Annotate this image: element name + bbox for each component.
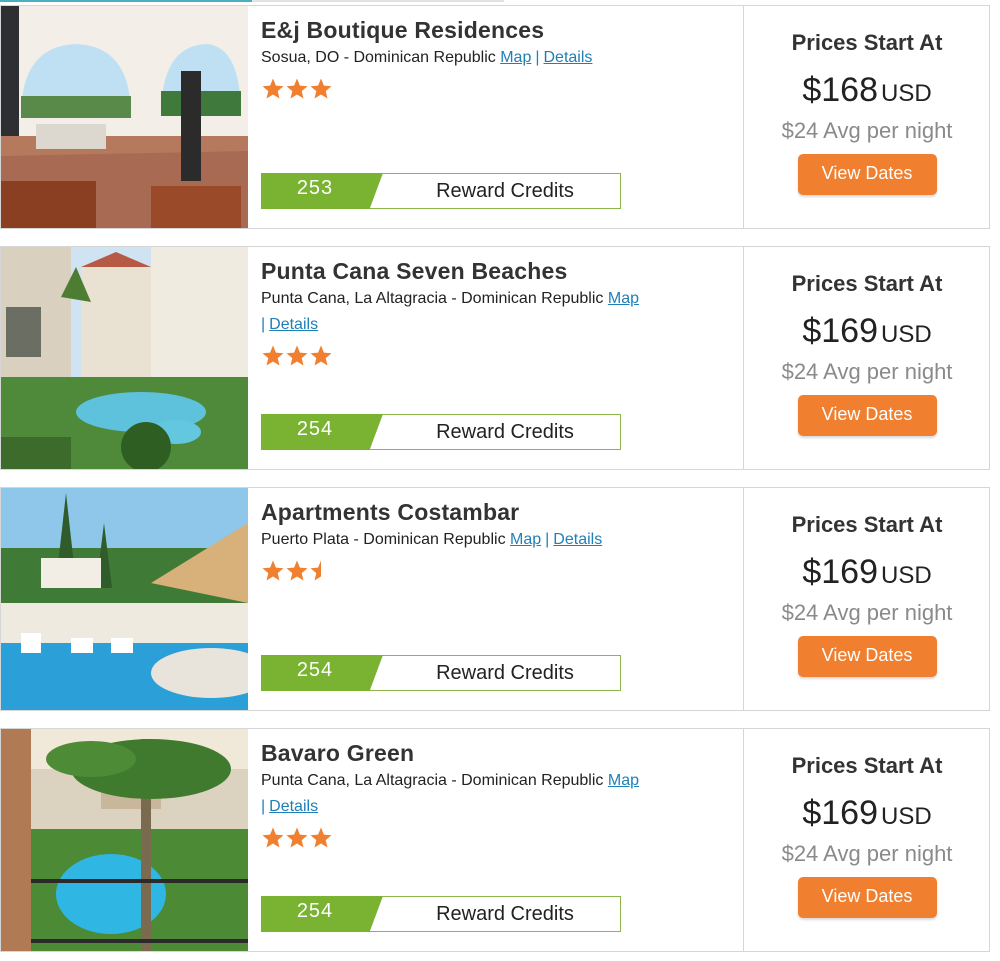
details-link[interactable]: Details bbox=[553, 531, 602, 548]
reward-points: 254 bbox=[296, 900, 334, 922]
price-value: $169 bbox=[802, 312, 878, 350]
star-icon bbox=[286, 827, 308, 848]
details-link[interactable]: Details bbox=[269, 316, 318, 333]
map-link[interactable]: Map bbox=[608, 772, 639, 789]
price-value: $169 bbox=[802, 794, 878, 832]
reward-label: Reward Credits bbox=[436, 180, 574, 202]
details-link[interactable]: Details bbox=[544, 49, 593, 66]
listing-card: E&j Boutique Residences Sosua, DO - Domi… bbox=[0, 5, 990, 229]
reward-credits-box: 254 Reward Credits bbox=[261, 655, 621, 691]
star-icon bbox=[262, 345, 284, 366]
location-text: Sosua, DO - Dominican Republic bbox=[261, 49, 496, 66]
price-panel: Prices Start At $168 USD $24 Avg per nigh… bbox=[743, 6, 990, 228]
price-heading: Prices Start At bbox=[791, 271, 943, 296]
listing-photo[interactable] bbox=[1, 6, 248, 228]
listing-name[interactable]: Bavaro Green bbox=[261, 739, 691, 767]
listing-photo[interactable] bbox=[1, 729, 248, 951]
avg-per-night: $24 Avg per night bbox=[781, 359, 953, 384]
price-panel: Prices Start At $169 USD $24 Avg per nigh… bbox=[743, 247, 990, 469]
avg-per-night: $24 Avg per night bbox=[781, 600, 953, 625]
reward-label: Reward Credits bbox=[436, 421, 574, 443]
reward-label: Reward Credits bbox=[436, 903, 574, 925]
reward-credits-box: 254 Reward Credits bbox=[261, 414, 621, 450]
location-text: Puerto Plata - Dominican Republic bbox=[261, 531, 506, 548]
star-rating bbox=[261, 344, 691, 370]
listing-location: Sosua, DO - Dominican Republic Map | Detai… bbox=[261, 45, 691, 71]
top-progress-strip bbox=[0, 0, 504, 2]
avg-per-night: $24 Avg per night bbox=[781, 118, 953, 143]
star-icon bbox=[262, 560, 284, 581]
link-separator: | bbox=[535, 49, 540, 66]
listing-card: Apartments Costambar Puerto Plata - Domi… bbox=[0, 487, 990, 711]
star-icon bbox=[310, 78, 332, 99]
listing-name[interactable]: E&j Boutique Residences bbox=[261, 16, 691, 44]
reward-credits-box: 253 Reward Credits bbox=[261, 173, 621, 209]
reward-points: 254 bbox=[296, 418, 334, 440]
price-currency: USD bbox=[880, 562, 932, 589]
price-value: $169 bbox=[802, 553, 878, 591]
listing-name[interactable]: Apartments Costambar bbox=[261, 498, 691, 526]
link-separator: | bbox=[261, 316, 266, 333]
star-rating bbox=[261, 826, 691, 852]
reward-credits-box: 254 Reward Credits bbox=[261, 896, 621, 932]
listing-card: Bavaro Green Punta Cana, La Altagracia -… bbox=[0, 728, 990, 952]
price-currency: USD bbox=[880, 321, 932, 348]
listing-name[interactable]: Punta Cana Seven Beaches bbox=[261, 257, 691, 285]
price-heading: Prices Start At bbox=[791, 753, 943, 778]
star-icon bbox=[262, 827, 284, 848]
listing-card: Punta Cana Seven Beaches Punta Cana, La … bbox=[0, 246, 990, 470]
star-icon bbox=[310, 827, 332, 848]
listing-photo[interactable] bbox=[1, 247, 248, 469]
price-currency: USD bbox=[880, 80, 932, 107]
link-separator: | bbox=[545, 531, 550, 548]
star-icon bbox=[310, 345, 332, 366]
star-icon bbox=[286, 78, 308, 99]
price-amount: $168 USD bbox=[744, 70, 990, 114]
details-link[interactable]: Details bbox=[269, 798, 318, 815]
price-amount: $169 USD bbox=[744, 793, 990, 837]
link-separator: | bbox=[261, 798, 266, 815]
listing-location: Puerto Plata - Dominican Republic Map | De… bbox=[261, 527, 691, 553]
star-icon bbox=[286, 345, 308, 366]
star-rating bbox=[261, 559, 691, 585]
star-rating bbox=[261, 77, 691, 103]
map-link[interactable]: Map bbox=[500, 49, 531, 66]
view-dates-button[interactable]: View Dates bbox=[797, 395, 937, 436]
price-currency: USD bbox=[880, 803, 932, 830]
half-star-icon bbox=[310, 560, 321, 581]
avg-per-night: $24 Avg per night bbox=[781, 841, 953, 866]
price-heading: Prices Start At bbox=[791, 512, 943, 537]
location-text: Punta Cana, La Altagracia - Dominican Re… bbox=[261, 290, 604, 307]
listing-location: Punta Cana, La Altagracia - Dominican Re… bbox=[261, 768, 691, 820]
reward-label: Reward Credits bbox=[436, 662, 574, 684]
listing-photo[interactable] bbox=[1, 488, 248, 710]
star-icon bbox=[262, 78, 284, 99]
price-value: $168 bbox=[802, 71, 878, 109]
view-dates-button[interactable]: View Dates bbox=[797, 154, 937, 195]
listing-location: Punta Cana, La Altagracia - Dominican Re… bbox=[261, 286, 691, 338]
star-icon bbox=[286, 560, 308, 581]
view-dates-button[interactable]: View Dates bbox=[797, 877, 937, 918]
price-amount: $169 USD bbox=[744, 311, 990, 355]
location-text: Punta Cana, La Altagracia - Dominican Re… bbox=[261, 772, 604, 789]
reward-points: 254 bbox=[296, 659, 334, 681]
map-link[interactable]: Map bbox=[510, 531, 541, 548]
reward-points: 253 bbox=[296, 177, 334, 199]
price-panel: Prices Start At $169 USD $24 Avg per nigh… bbox=[743, 729, 990, 951]
map-link[interactable]: Map bbox=[608, 290, 639, 307]
price-panel: Prices Start At $169 USD $24 Avg per nigh… bbox=[743, 488, 990, 710]
price-amount: $169 USD bbox=[744, 552, 990, 596]
view-dates-button[interactable]: View Dates bbox=[797, 636, 937, 677]
price-heading: Prices Start At bbox=[791, 30, 943, 55]
